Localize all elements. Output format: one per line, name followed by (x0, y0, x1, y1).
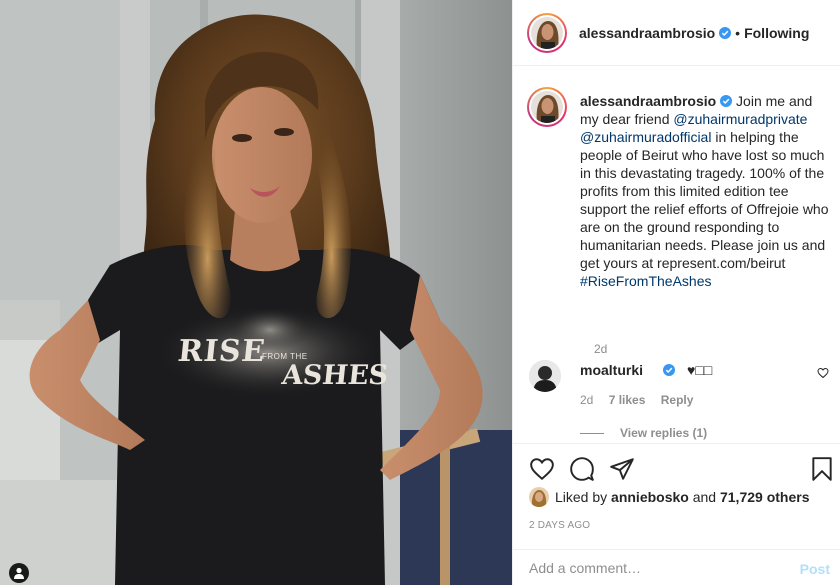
heart-outline-icon[interactable] (817, 367, 829, 379)
view-replies-label: View replies (1) (620, 426, 708, 440)
caption-text: alessandraambrosio Join me and my dear f… (580, 92, 830, 290)
liked-by-middle: and (688, 489, 720, 505)
liked-by-prefix: Liked by (555, 489, 608, 505)
liker-avatar-image (529, 487, 549, 507)
post-comment-button[interactable]: Post (800, 561, 830, 577)
verified-badge-icon (719, 26, 732, 39)
comment-icon[interactable] (569, 456, 595, 482)
mention-link[interactable]: @zuhairmuradprivate (673, 111, 807, 127)
commenter-avatar-image (529, 360, 561, 392)
author-avatar[interactable] (527, 12, 567, 53)
verified-badge-icon (663, 364, 675, 376)
photo-scene (0, 0, 512, 585)
hashtag-link[interactable]: #RiseFromTheAshes (580, 273, 712, 289)
mention-link[interactable]: @zuhairmuradofficial (580, 129, 711, 145)
caption-avatar-image (531, 91, 563, 123)
likes-count[interactable]: 71,729 others (720, 489, 810, 505)
bookmark-icon[interactable] (809, 456, 835, 482)
verified-badge-icon (720, 95, 733, 107)
view-replies-button[interactable]: View replies (1) (580, 426, 707, 440)
post-side-panel: alessandraambrosio • Following alessandr… (512, 0, 840, 585)
comment-input[interactable] (529, 560, 769, 576)
commenter-avatar[interactable] (529, 360, 561, 392)
caption-avatar[interactable] (527, 87, 567, 127)
author-avatar-image (531, 16, 563, 49)
post-photo[interactable]: RISE FROM THE ASHES (0, 0, 512, 585)
add-comment-bar: Post (513, 549, 840, 585)
heart-icon[interactable] (529, 456, 555, 482)
post-actions (513, 443, 840, 493)
following-button[interactable]: Following (744, 25, 809, 41)
liker-avatar[interactable] (529, 487, 549, 507)
caption-time: 2d (594, 342, 608, 356)
caption-username[interactable]: alessandraambrosio (580, 93, 716, 109)
reply-button[interactable]: Reply (661, 393, 694, 407)
comment-meta: 2d 7 likes Reply (580, 393, 705, 407)
tagged-users-button[interactable] (9, 563, 29, 583)
post-timestamp[interactable]: 2 DAYS AGO (529, 520, 590, 531)
comments-list[interactable]: alessandraambrosio Join me and my dear f… (513, 67, 840, 443)
view-replies-line (580, 432, 604, 434)
header-separator: • (735, 24, 741, 41)
author-username[interactable]: alessandraambrosio (579, 25, 715, 41)
comment-likes[interactable]: 7 likes (609, 393, 646, 407)
commenter-username[interactable]: moalturki (580, 362, 643, 378)
likes-summary: Liked by anniebosko and 71,729 others (529, 487, 809, 507)
liked-by-user[interactable]: anniebosko (611, 489, 689, 505)
user-icon (14, 567, 24, 579)
comment-time: 2d (580, 393, 594, 407)
caption-body: in helping the people of Beirut who have… (580, 129, 829, 271)
comment-text: ♥□□ (687, 362, 713, 378)
post-header: alessandraambrosio • Following (513, 0, 840, 66)
send-icon[interactable] (609, 456, 635, 482)
